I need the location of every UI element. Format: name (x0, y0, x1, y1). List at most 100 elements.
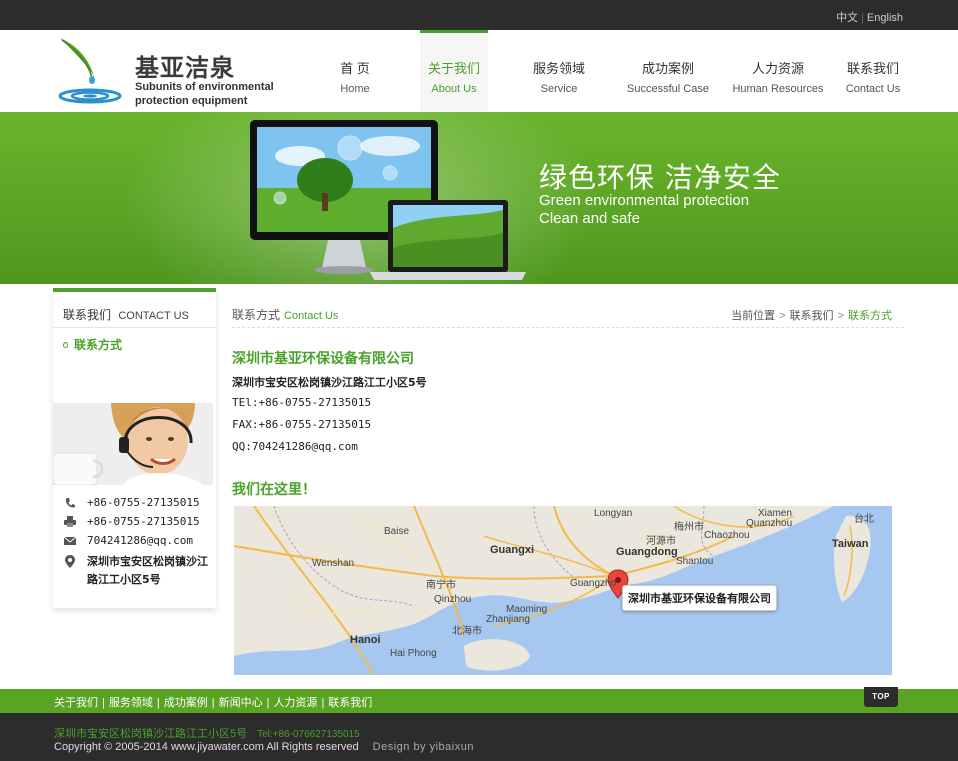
sidebar-header: 联系我们 CONTACT US (53, 288, 216, 328)
map-label-guangzhou: Guangzho (570, 578, 617, 589)
content-header: 联系方式 Contact Us 当前位置 > 联系我们 > 联系方式 (232, 288, 904, 328)
back-to-top-button[interactable]: TOP (864, 687, 898, 707)
sidebar-phone-row: +86-0755-27135015 (61, 496, 213, 509)
map-label-nanning: 南宁市 (426, 580, 456, 591)
nav-human-resources[interactable]: 人力资源 Human Resources (728, 30, 828, 112)
map-label-haiphong: Hai Phong (390, 648, 437, 659)
sidebar-contact-list: +86-0755-27135015 +86-0755-27135015 7042… (61, 496, 213, 595)
nav-label-en: Successful Case (627, 83, 709, 95)
sidebar-email[interactable]: 704241286@qq.com (87, 534, 193, 547)
footer-nav: 关于我们 | 服务领域 | 成功案例 | 新闻中心 | 人力资源 | 联系我们 TOP (0, 687, 958, 713)
language-switcher: 中文 | English (836, 9, 903, 25)
nav-label-en: Home (340, 83, 370, 95)
nav-contact-us[interactable]: 联系我们 Contact Us (838, 30, 908, 112)
footer-link-cases[interactable]: 成功案例 (164, 697, 208, 709)
main-content: 联系方式 Contact Us 当前位置 > 联系我们 > 联系方式 深圳市基亚环保设备有… (232, 288, 904, 675)
nav-label-en: Contact Us (845, 83, 901, 95)
mail-icon (61, 534, 79, 547)
lang-chinese-link[interactable]: 中文 (836, 12, 858, 24)
map-label-meizhou: 梅州市 (674, 522, 704, 533)
nav-label-cn: 服务领域 (532, 61, 585, 76)
breadcrumb-parent-link[interactable]: 联系我们 (790, 310, 834, 322)
sidebar-address-row: 深圳市宝安区松岗镇沙江路江工小区5号 (61, 553, 213, 589)
map-label-quanzhou: Quanzhou (746, 518, 793, 529)
nav-service[interactable]: 服务领域 Service (516, 30, 602, 112)
operator-headset-illustration (53, 403, 213, 485)
company-fax: FAX:+86-0755-27135015 (232, 418, 372, 431)
map-label-guangdong: Guangdong (616, 546, 678, 558)
page-title: 联系方式 Contact Us (232, 306, 338, 323)
nav-label-cn: 首 页 (340, 61, 370, 76)
breadcrumb-label: 当前位置 (731, 310, 776, 322)
location-pin-icon (61, 555, 79, 568)
map-section-title: 我们在这里！ (232, 481, 316, 497)
breadcrumb-separator: > (837, 310, 844, 322)
company-qq: QQ:704241286@qq.com (232, 440, 358, 453)
nav-label-cn: 关于我们 (427, 61, 480, 76)
location-map[interactable]: Guangxi Guangdong Taiwan Hanoi Hai Phong… (234, 506, 892, 675)
map-label-wenshan: Wenshan (312, 558, 355, 569)
map-label-taiwan: Taiwan (832, 538, 869, 550)
footer-link-news[interactable]: 新闻中心 (219, 697, 263, 709)
fax-icon (61, 515, 79, 528)
map-label-zhanjiang: Zhanjiang (486, 614, 530, 625)
footer-link-separator: | (266, 697, 270, 709)
hero-banner: 绿色环保 洁净安全 Green environmental protection… (0, 112, 958, 284)
footer-link-service[interactable]: 服务领域 (109, 697, 153, 709)
lang-separator: | (861, 12, 864, 24)
sidebar-title-en: CONTACT US (118, 310, 189, 322)
site-header: 基亚洁泉 Subunits of environmental protectio… (0, 30, 958, 112)
logo-subtitle-line2: protection equipment (135, 95, 248, 107)
footer-link-separator: | (321, 697, 325, 709)
footer-link-contact[interactable]: 联系我们 (328, 697, 372, 709)
top-bar: 中文 | English (0, 0, 958, 30)
footer-link-hr[interactable]: 人力资源 (273, 697, 317, 709)
nav-label-cn: 成功案例 (641, 61, 694, 76)
sidebar-email-row: 704241286@qq.com (61, 534, 213, 547)
company-name: 深圳市基亚环保设备有限公司 (232, 350, 414, 366)
monitor-laptop-illustration (250, 120, 526, 280)
nav-label-cn: 联系我们 (846, 61, 899, 76)
map-label-taipei: 台北 (854, 514, 874, 525)
footer-links: 关于我们 | 服务领域 | 成功案例 | 新闻中心 | 人力资源 | 联系我们 (54, 694, 372, 710)
water-drop-leaf-icon (58, 38, 122, 104)
logo-title: 基亚洁泉 (135, 54, 235, 82)
nav-successful-case[interactable]: 成功案例 Successful Case (620, 30, 716, 112)
sidebar-phone: +86-0755-27135015 (87, 496, 200, 509)
map-label-maoming: Maoming (506, 604, 548, 615)
company-address: 深圳市宝安区松岗镇沙江路江工小区5号 (232, 376, 427, 389)
footer-link-separator: | (211, 697, 215, 709)
nav-about-us[interactable]: 关于我们 About Us (420, 30, 488, 112)
breadcrumb-current[interactable]: 联系方式 (848, 310, 892, 322)
map-label-baise: Baise (384, 526, 410, 537)
footer-link-about[interactable]: 关于我们 (54, 697, 98, 709)
nav-home[interactable]: 首 页 Home (320, 30, 390, 112)
sidebar-fax-row: +86-0755-27135015 (61, 515, 213, 528)
map-label-guangxi: Guangxi (490, 544, 535, 556)
banner-subtitle-line2: Clean and safe (539, 210, 640, 227)
main-nav: 首 页 Home 关于我们 About Us 服务领域 Service 成功案例… (320, 30, 908, 112)
customer-service-photo (53, 403, 213, 485)
page-title-en: Contact Us (284, 310, 339, 322)
nav-label-cn: 人力资源 (751, 61, 804, 76)
breadcrumb-separator: > (779, 310, 786, 322)
logo-subtitle: Subunits of environmental protection equ… (135, 80, 305, 108)
site-logo[interactable]: 基亚洁泉 Subunits of environmental protectio… (54, 34, 294, 108)
nav-label-en: Human Resources (732, 83, 824, 95)
lang-english-link[interactable]: English (867, 12, 903, 24)
logo-subtitle-line1: Subunits of environmental (135, 81, 274, 93)
map-label-heyuan: 河源市 (646, 536, 676, 547)
footer-address: 深圳市宝安区松岗镇沙江路江工小区5号 (54, 728, 248, 740)
sidebar-item-label: 联系方式 (74, 338, 123, 352)
map-label-chaozhou: Chaozhou (704, 530, 750, 541)
sidebar-item-contact-info[interactable]: 联系方式 (53, 328, 216, 353)
map-label-qinzhou: Qinzhou (434, 594, 472, 605)
banner-headline: 绿色环保 洁净安全 (539, 161, 781, 194)
nav-label-en: About Us (431, 83, 477, 95)
map-label-longyan: Longyan (594, 508, 633, 519)
banner-subtitle-line1: Green environmental protection (539, 192, 750, 209)
footer-copyright: Copyright © 2005-2014 www.jiyawater.com … (54, 741, 359, 753)
map-label-shantou: Shantou (676, 556, 714, 567)
company-tel: TEl:+86-0755-27135015 (232, 396, 372, 409)
map-info-window[interactable]: 深圳市基亚环保设备有限公司 (622, 585, 777, 611)
